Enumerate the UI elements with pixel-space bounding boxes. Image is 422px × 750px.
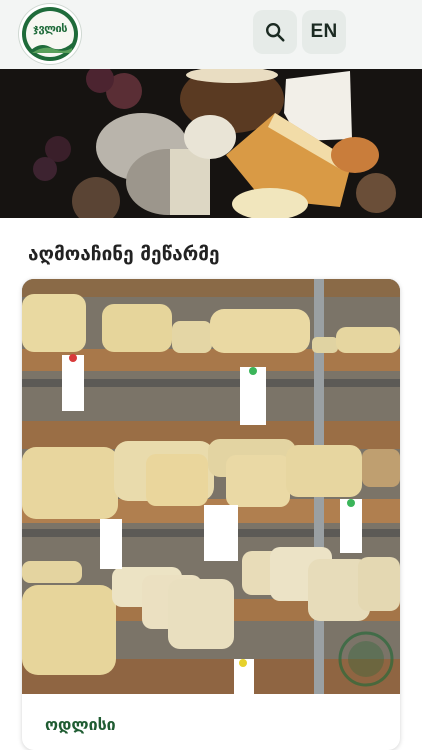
producer-photo (22, 279, 400, 694)
producer-card[interactable]: ოდლისი (22, 279, 400, 750)
hero-banner-image (0, 69, 422, 218)
language-switch-button[interactable]: EN (302, 10, 346, 54)
search-button[interactable] (253, 10, 297, 54)
search-icon (266, 23, 285, 42)
producer-name: ოდლისი (45, 715, 116, 734)
section-title: აღმოაჩინე მეწარმე (28, 243, 220, 265)
logo-hills-graphic (28, 43, 72, 53)
app-header: ჯვლის EN (0, 0, 422, 69)
logo-wordmark: ჯვლის (33, 22, 67, 35)
brand-logo[interactable]: ჯვლის (19, 4, 81, 64)
